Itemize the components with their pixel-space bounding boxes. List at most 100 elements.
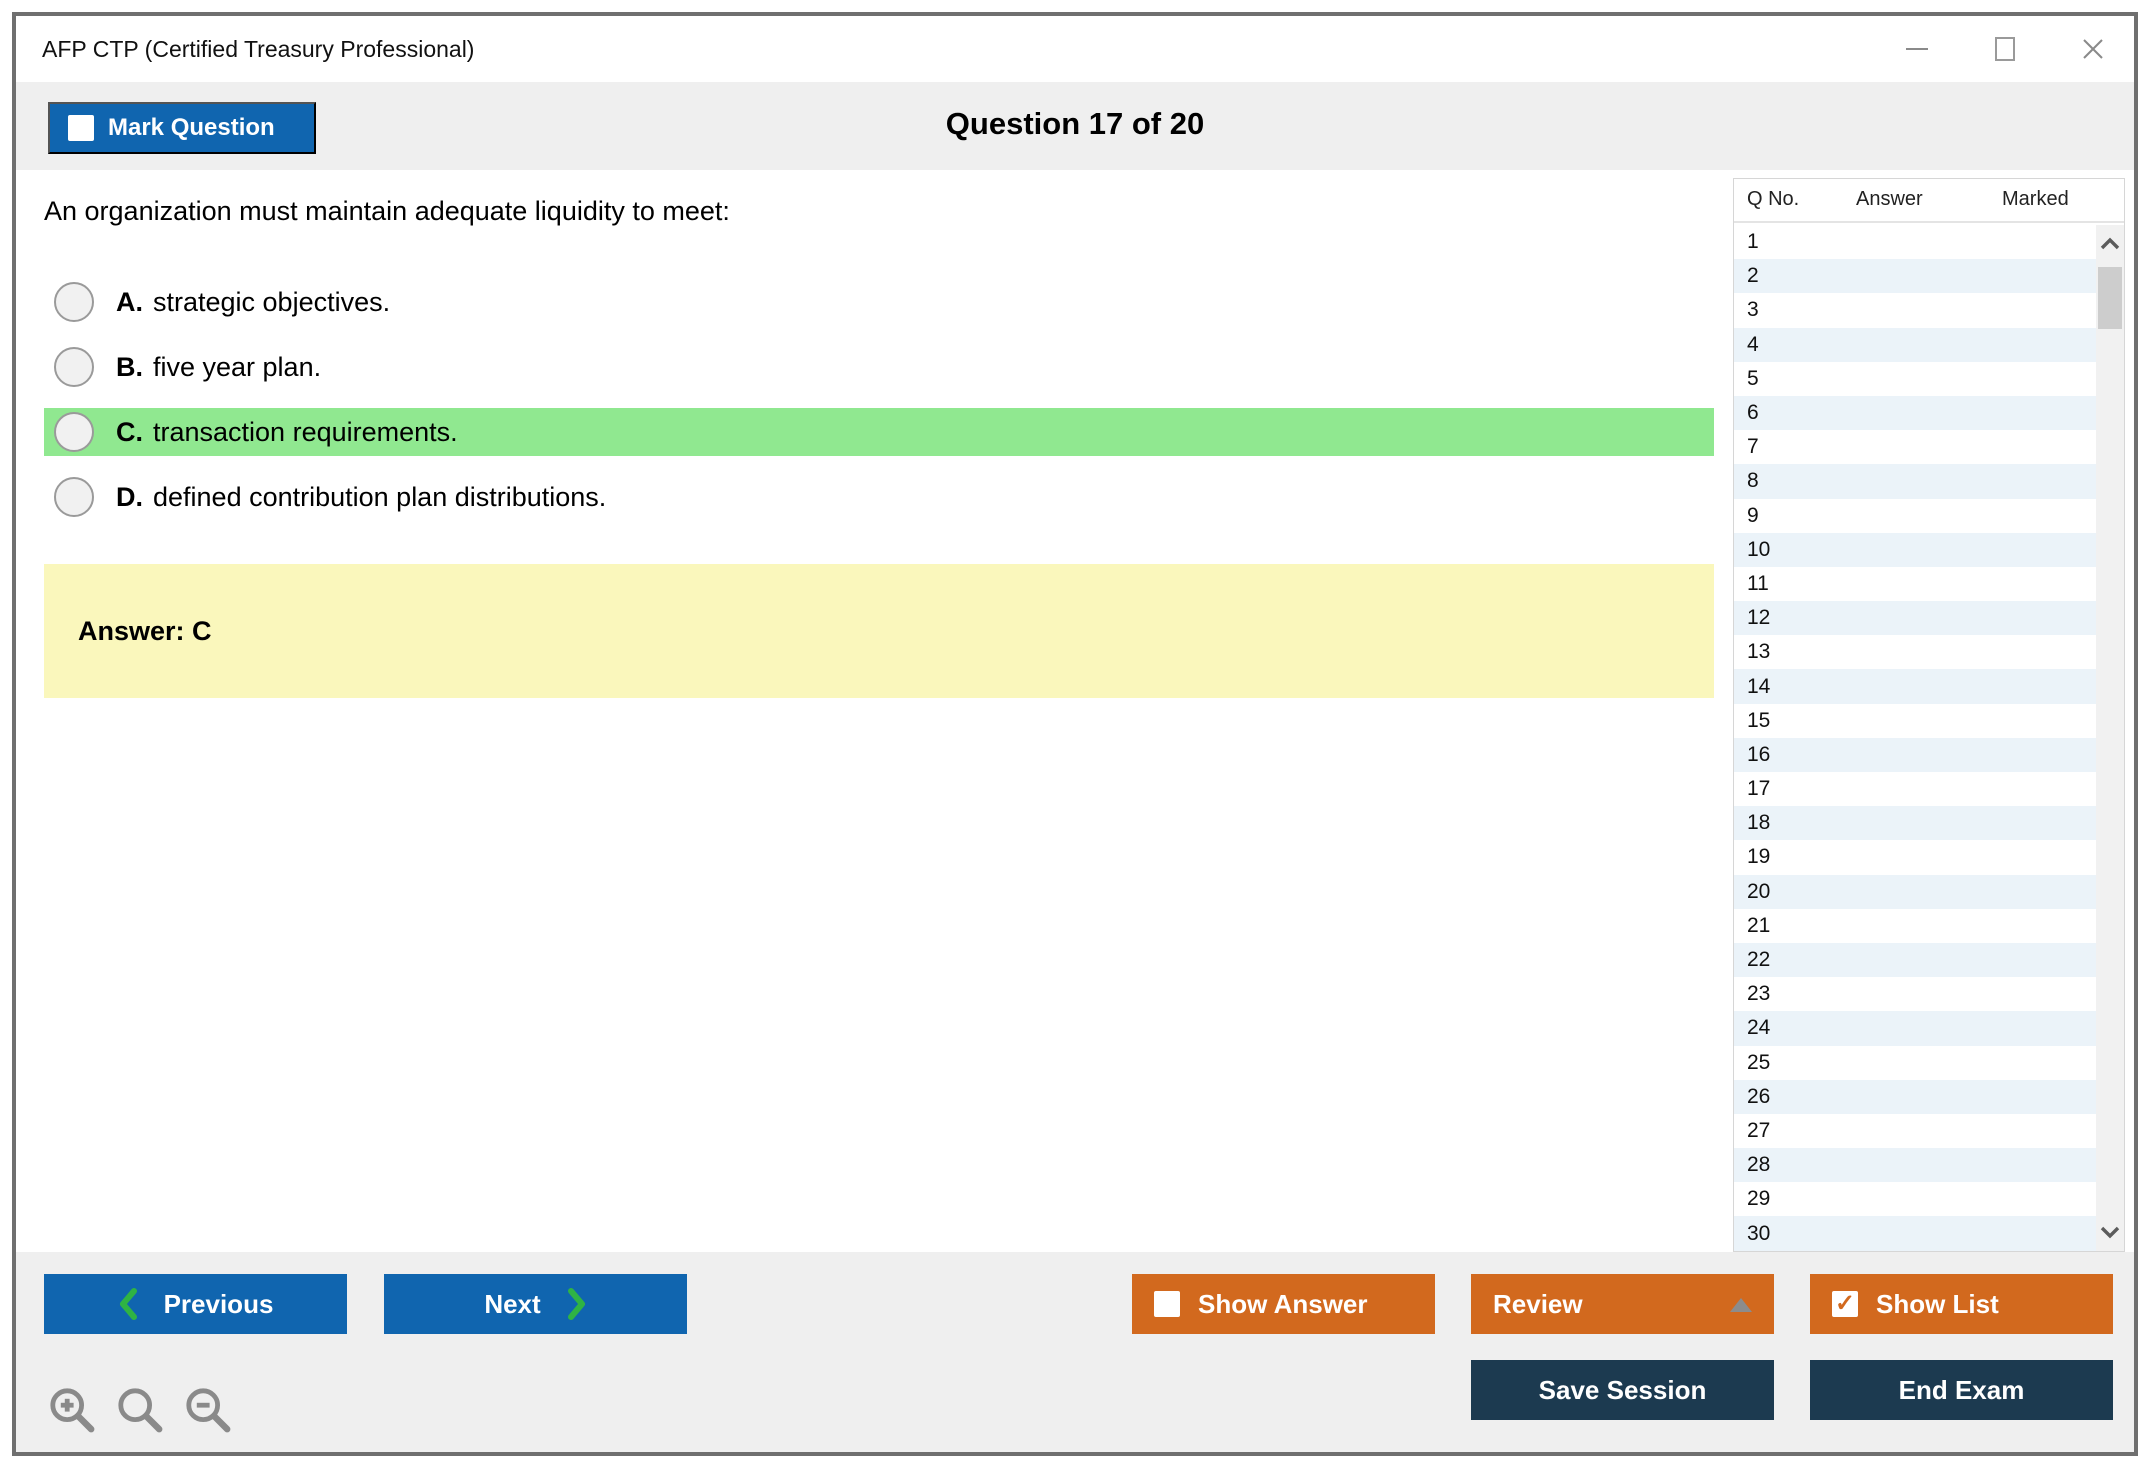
chevron-up-icon bbox=[2100, 237, 2120, 250]
option-letter: C. bbox=[116, 416, 143, 447]
show-list-button[interactable]: ✓ Show List bbox=[1810, 1274, 2113, 1334]
question-list-panel: Q No. Answer Marked 1 2 3 4 5 6 7 8 9 10 11 12 13 14 1… bbox=[1733, 178, 2125, 1252]
question-list-row[interactable]: 26 bbox=[1734, 1079, 2098, 1114]
option-row[interactable]: C. transaction requirements. bbox=[44, 408, 1714, 456]
question-list-row[interactable]: 7 bbox=[1734, 430, 2098, 464]
question-list-row[interactable]: 9 bbox=[1734, 499, 2098, 533]
end-exam-label: End Exam bbox=[1898, 1374, 2025, 1405]
radio-button[interactable] bbox=[54, 347, 94, 387]
zoom-out-icon[interactable] bbox=[184, 1386, 232, 1434]
show-list-checkbox[interactable]: ✓ bbox=[1832, 1291, 1858, 1317]
scroll-up-button[interactable] bbox=[2096, 229, 2124, 259]
triangle-up-icon bbox=[1730, 1298, 1752, 1312]
question-list-row[interactable]: 14 bbox=[1734, 669, 2098, 704]
question-list-row[interactable]: 17 bbox=[1734, 772, 2098, 806]
question-list: 1 2 3 4 5 6 7 8 9 10 11 12 13 14 15 16 17 18 19 20 21 22 23 24 2… bbox=[1734, 225, 2098, 1251]
chevron-right-icon bbox=[567, 1288, 585, 1320]
show-answer-button[interactable]: Show Answer bbox=[1132, 1274, 1435, 1334]
previous-label: Previous bbox=[163, 1288, 274, 1319]
question-list-row[interactable]: 29 bbox=[1734, 1182, 2098, 1216]
zoom-reset-icon[interactable] bbox=[116, 1386, 164, 1434]
question-list-row[interactable]: 16 bbox=[1734, 737, 2098, 772]
question-number: 25 bbox=[1747, 1050, 1771, 1074]
question-number: 19 bbox=[1747, 845, 1771, 869]
zoom-in-icon[interactable] bbox=[48, 1386, 96, 1434]
question-list-row[interactable]: 13 bbox=[1734, 635, 2098, 669]
option-row[interactable]: D. defined contribution plan distribution… bbox=[44, 473, 1714, 521]
question-number: 3 bbox=[1747, 298, 1759, 322]
option-text: five year plan. bbox=[153, 351, 322, 382]
question-list-row[interactable]: 8 bbox=[1734, 464, 2098, 499]
scroll-down-button[interactable] bbox=[2096, 1217, 2124, 1247]
option-row[interactable]: B. five year plan. bbox=[44, 343, 1714, 391]
question-list-row[interactable]: 21 bbox=[1734, 909, 2098, 943]
next-button[interactable]: Next bbox=[384, 1274, 687, 1334]
scrollbar-thumb[interactable] bbox=[2098, 267, 2122, 329]
show-answer-checkbox[interactable] bbox=[1154, 1291, 1180, 1317]
question-text: An organization must maintain adequate l… bbox=[44, 196, 730, 226]
question-number: 18 bbox=[1747, 811, 1771, 835]
answer-box: Answer: C bbox=[44, 564, 1714, 698]
question-list-row[interactable]: 24 bbox=[1734, 1011, 2098, 1046]
question-number: 17 bbox=[1747, 777, 1771, 801]
option-text: strategic objectives. bbox=[153, 286, 391, 317]
question-number: 23 bbox=[1747, 982, 1771, 1006]
question-number: 9 bbox=[1747, 503, 1759, 527]
question-number: 8 bbox=[1747, 469, 1759, 493]
question-list-row[interactable]: 11 bbox=[1734, 567, 2098, 601]
question-number: 24 bbox=[1747, 1016, 1771, 1040]
review-button[interactable]: Review bbox=[1471, 1274, 1774, 1334]
question-list-row[interactable]: 20 bbox=[1734, 874, 2098, 909]
maximize-button[interactable] bbox=[1990, 34, 2020, 64]
question-list-row[interactable]: 19 bbox=[1734, 840, 2098, 874]
question-list-row[interactable]: 27 bbox=[1734, 1114, 2098, 1148]
option-text: transaction requirements. bbox=[153, 416, 458, 447]
question-list-row[interactable]: 30 bbox=[1734, 1216, 2098, 1251]
question-list-row[interactable]: 18 bbox=[1734, 806, 2098, 841]
question-number: 11 bbox=[1747, 571, 1769, 595]
question-counter: Question 17 of 20 bbox=[945, 106, 1205, 141]
question-list-row[interactable]: 6 bbox=[1734, 395, 2098, 431]
question-list-row[interactable]: 10 bbox=[1734, 532, 2098, 567]
app-window: AFP CTP (Certified Treasury Professional… bbox=[12, 12, 2138, 1456]
end-exam-button[interactable]: End Exam bbox=[1810, 1360, 2113, 1420]
question-list-row[interactable]: 28 bbox=[1734, 1148, 2098, 1183]
question-list-row[interactable]: 15 bbox=[1734, 704, 2098, 738]
question-list-row[interactable]: 12 bbox=[1734, 601, 2098, 636]
window-title: AFP CTP (Certified Treasury Professional… bbox=[42, 36, 475, 62]
option-letter: A. bbox=[116, 286, 143, 317]
previous-button[interactable]: Previous bbox=[44, 1274, 347, 1334]
question-list-row[interactable]: 22 bbox=[1734, 942, 2098, 978]
radio-button[interactable] bbox=[54, 412, 94, 452]
question-list-scrollbar[interactable] bbox=[2096, 225, 2124, 1251]
question-number: 20 bbox=[1747, 879, 1771, 903]
question-number: 1 bbox=[1747, 230, 1759, 254]
question-number: 26 bbox=[1747, 1084, 1771, 1108]
close-button[interactable] bbox=[2078, 34, 2108, 64]
question-list-row[interactable]: 5 bbox=[1734, 362, 2098, 396]
radio-button[interactable] bbox=[54, 282, 94, 322]
review-label: Review bbox=[1493, 1288, 1583, 1319]
header-bar: Mark Question Question 17 of 20 bbox=[16, 82, 2134, 170]
question-list-row[interactable]: 25 bbox=[1734, 1046, 2098, 1080]
chevron-left-icon bbox=[119, 1288, 137, 1320]
question-number: 21 bbox=[1747, 913, 1771, 937]
maximize-icon bbox=[1995, 37, 2015, 61]
radio-button[interactable] bbox=[54, 477, 94, 517]
question-list-row[interactable]: 4 bbox=[1734, 327, 2098, 362]
question-number: 13 bbox=[1747, 640, 1771, 664]
option-row[interactable]: A. strategic objectives. bbox=[44, 278, 1714, 326]
question-number: 22 bbox=[1747, 948, 1771, 972]
save-session-button[interactable]: Save Session bbox=[1471, 1360, 1774, 1420]
minimize-button[interactable] bbox=[1902, 34, 1932, 64]
question-list-row[interactable]: 1 bbox=[1734, 225, 2098, 259]
question-list-row[interactable]: 2 bbox=[1734, 259, 2098, 294]
save-session-label: Save Session bbox=[1538, 1374, 1707, 1405]
question-list-row[interactable]: 23 bbox=[1734, 977, 2098, 1011]
question-list-row[interactable]: 3 bbox=[1734, 293, 2098, 327]
question-number: 27 bbox=[1747, 1118, 1771, 1142]
column-qno: Q No. bbox=[1747, 188, 1800, 210]
answer-label: Answer: C bbox=[78, 615, 212, 646]
show-list-label: Show List bbox=[1876, 1288, 1999, 1319]
minimize-icon bbox=[1906, 48, 1928, 50]
